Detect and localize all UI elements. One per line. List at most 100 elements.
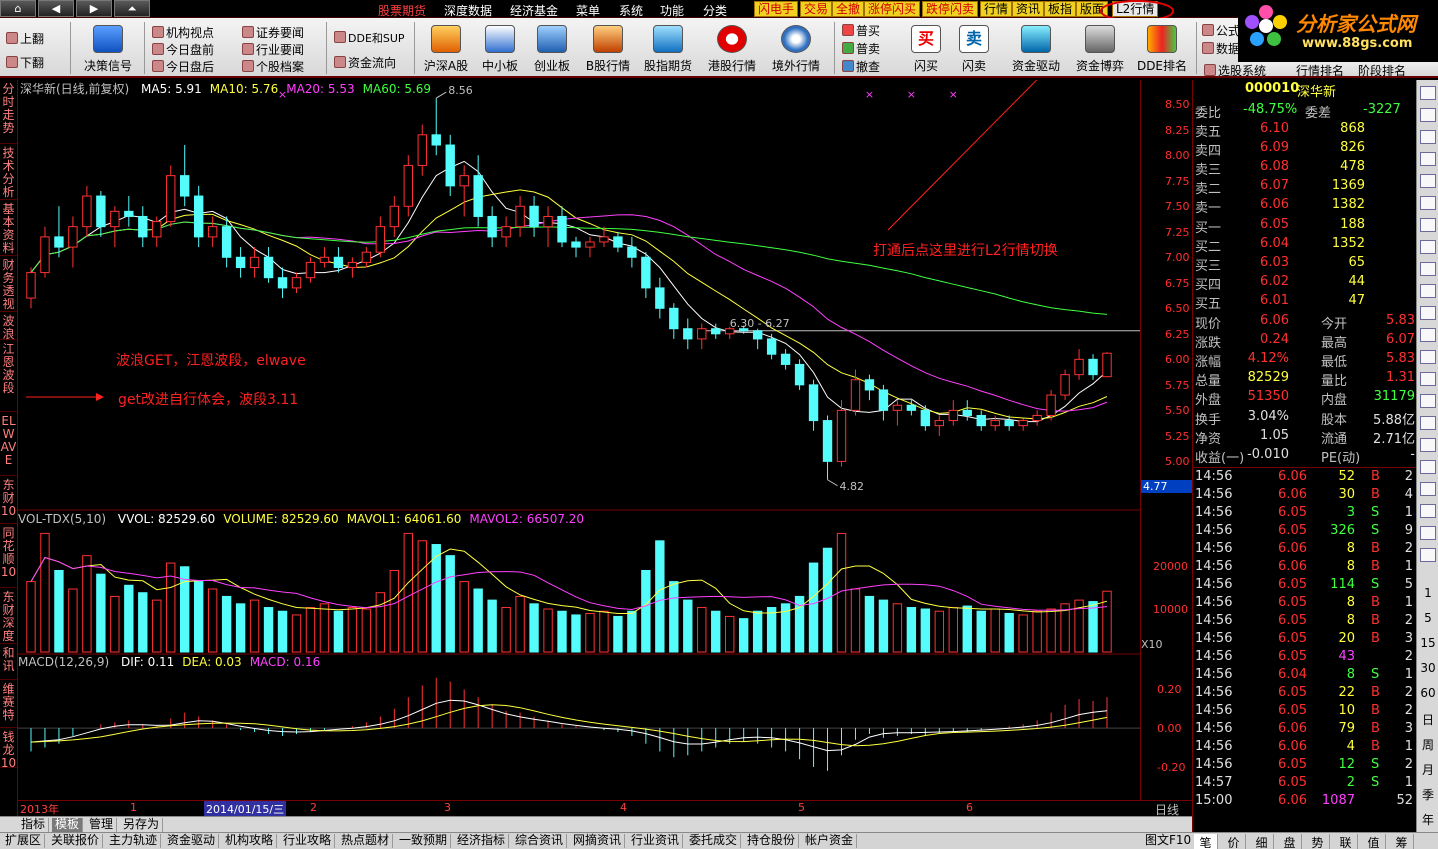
side-tool-icon[interactable] (1420, 306, 1436, 320)
side-tool-icon[interactable] (1420, 460, 1436, 474)
extension-tab-12[interactable]: 委托成交 (686, 834, 742, 848)
left-tab-8[interactable]: 同花顺10 (0, 524, 17, 588)
decision-signal-button[interactable]: 决策信号 (78, 20, 138, 74)
side-tool-icon[interactable] (1420, 482, 1436, 496)
period-日[interactable]: 日 (1417, 711, 1438, 728)
quick-limit-up-buy[interactable]: 涨停闪买 (864, 1, 921, 17)
quote-rank-button[interactable]: 行情排名 (1296, 62, 1344, 79)
menu-menu[interactable]: 菜单 (576, 2, 600, 19)
forward-button[interactable]: ▶ (76, 0, 112, 17)
left-tab-11[interactable]: 维赛特 (0, 680, 17, 728)
formula-button[interactable]: 公式 (1202, 22, 1240, 39)
side-tool-icon[interactable] (1420, 86, 1436, 100)
period-60[interactable]: 60 (1417, 686, 1438, 700)
chart-canvas[interactable]: 8.564.826.30 - 6.27× × × × (18, 80, 1140, 800)
side-tool-icon[interactable] (1420, 328, 1436, 342)
quick-trade[interactable]: 交易 (800, 1, 833, 17)
dde-rank-button[interactable]: DDE排名 (1132, 20, 1192, 74)
left-tab-10[interactable]: 和讯 (0, 644, 17, 680)
page-down-button[interactable]: 下翻 (6, 54, 44, 71)
left-tab-6[interactable]: ELWAVE (0, 412, 17, 476)
period-年[interactable]: 年 (1417, 811, 1438, 828)
fund-flow-link[interactable]: 资金流向 (334, 54, 396, 71)
quote-tab-7[interactable]: 筹 (1390, 834, 1414, 849)
menu-category[interactable]: 分类 (703, 2, 727, 19)
page-up-button[interactable]: 上翻 (6, 30, 44, 47)
fund-game-button[interactable]: 资金博弈 (1070, 20, 1130, 74)
extension-tab-5[interactable]: 行业攻略 (280, 834, 336, 848)
side-tool-icon[interactable] (1420, 262, 1436, 276)
industry-news-link[interactable]: 行业要闻 (242, 41, 304, 58)
data-button[interactable]: 数据 (1202, 40, 1240, 57)
menu-function[interactable]: 功能 (660, 2, 684, 19)
menu-economy-fund[interactable]: 经济基金 (510, 2, 558, 19)
index-futures-button[interactable]: 股指期货 (638, 20, 698, 74)
inst-view-link[interactable]: 机构视点 (152, 24, 214, 41)
extension-tab-0[interactable]: 扩展区 (2, 834, 46, 848)
back-button[interactable]: ◀ (38, 0, 74, 17)
extension-tab-14[interactable]: 帐户资金 (802, 834, 858, 848)
period-季[interactable]: 季 (1417, 786, 1438, 803)
sec-news-link[interactable]: 证券要闻 (242, 24, 304, 41)
pre-market-link[interactable]: 今日盘前 (152, 41, 214, 58)
quote-tab-6[interactable]: 值 (1362, 834, 1386, 849)
left-tab-4[interactable]: 波浪 (0, 312, 17, 341)
overseas-quotes-button[interactable]: 境外行情 (766, 20, 826, 74)
left-tab-1[interactable]: 技术分析 (0, 144, 17, 200)
side-tool-icon[interactable] (1420, 174, 1436, 188)
extension-tab-8[interactable]: 经济指标 (454, 834, 510, 848)
sh-sz-a-button[interactable]: 沪深A股 (416, 20, 476, 74)
stock-profile-link[interactable]: 个股档案 (242, 58, 304, 75)
dde-sup-link[interactable]: DDE和SUP (334, 30, 405, 46)
side-tool-icon[interactable] (1420, 504, 1436, 518)
quote-tab-5[interactable]: 联 (1334, 834, 1358, 849)
extension-tab-6[interactable]: 热点题材 (338, 834, 394, 848)
side-tool-icon[interactable] (1420, 130, 1436, 144)
quick-limit-down-sell[interactable]: 跌停闪卖 (922, 1, 979, 17)
side-tool-icon[interactable] (1420, 548, 1436, 562)
extension-tab-11[interactable]: 行业资讯 (628, 834, 684, 848)
extension-tab-3[interactable]: 资金驱动 (164, 834, 220, 848)
bottom-tab-1[interactable]: 模板 (52, 818, 84, 832)
period-月[interactable]: 月 (1417, 761, 1438, 778)
up-button[interactable]: ⏶ (114, 0, 150, 17)
gem-board-button[interactable]: 创业板 (522, 20, 582, 74)
hk-quotes-button[interactable]: 港股行情 (702, 20, 762, 74)
home-button[interactable]: ⌂ (0, 0, 36, 17)
period-30[interactable]: 30 (1417, 661, 1438, 675)
quote-tab-2[interactable]: 细 (1250, 834, 1274, 849)
extension-tab-13[interactable]: 持仓股份 (744, 834, 800, 848)
left-tab-2[interactable]: 基本资料 (0, 200, 17, 256)
extension-tab-1[interactable]: 关联报价 (48, 834, 104, 848)
menu-system[interactable]: 系统 (619, 2, 643, 19)
stock-picker-button[interactable]: 选股系统 (1204, 62, 1266, 79)
side-tool-icon[interactable] (1420, 152, 1436, 166)
period-1[interactable]: 1 (1417, 586, 1438, 600)
bottom-tab-3[interactable]: 另存为 (120, 818, 164, 832)
left-tab-0[interactable]: 分时走势 (0, 80, 17, 144)
bottom-tab-2[interactable]: 管理 (86, 818, 118, 832)
extension-tab-2[interactable]: 主力轨迹 (106, 834, 162, 848)
flash-sell-button[interactable]: 卖闪卖 (944, 20, 1004, 74)
quick-cancel-all[interactable]: 全撤 (832, 1, 865, 17)
side-tool-icon[interactable] (1420, 372, 1436, 386)
period-周[interactable]: 周 (1417, 736, 1438, 753)
quote-tab-3[interactable]: 盘 (1278, 834, 1302, 849)
cancel-query-button[interactable]: 撤查 (842, 58, 880, 75)
normal-sell-button[interactable]: 普卖 (842, 40, 880, 57)
quick-quotes[interactable]: 行情 (980, 1, 1013, 17)
stage-rank-button[interactable]: 阶段排名 (1358, 62, 1406, 79)
f10-tab[interactable]: 图文F10 (1142, 834, 1196, 848)
side-tool-icon[interactable] (1420, 526, 1436, 540)
side-tool-icon[interactable] (1420, 240, 1436, 254)
left-tab-3[interactable]: 财务透视 (0, 256, 17, 312)
side-tool-icon[interactable] (1420, 416, 1436, 430)
post-market-link[interactable]: 今日盘后 (152, 58, 214, 75)
period-15[interactable]: 15 (1417, 636, 1438, 650)
side-tool-icon[interactable] (1420, 350, 1436, 364)
side-tool-icon[interactable] (1420, 284, 1436, 298)
extension-tab-10[interactable]: 网摘资讯 (570, 834, 626, 848)
quote-tab-1[interactable]: 价 (1222, 834, 1246, 849)
side-tool-icon[interactable] (1420, 438, 1436, 452)
side-tool-icon[interactable] (1420, 218, 1436, 232)
